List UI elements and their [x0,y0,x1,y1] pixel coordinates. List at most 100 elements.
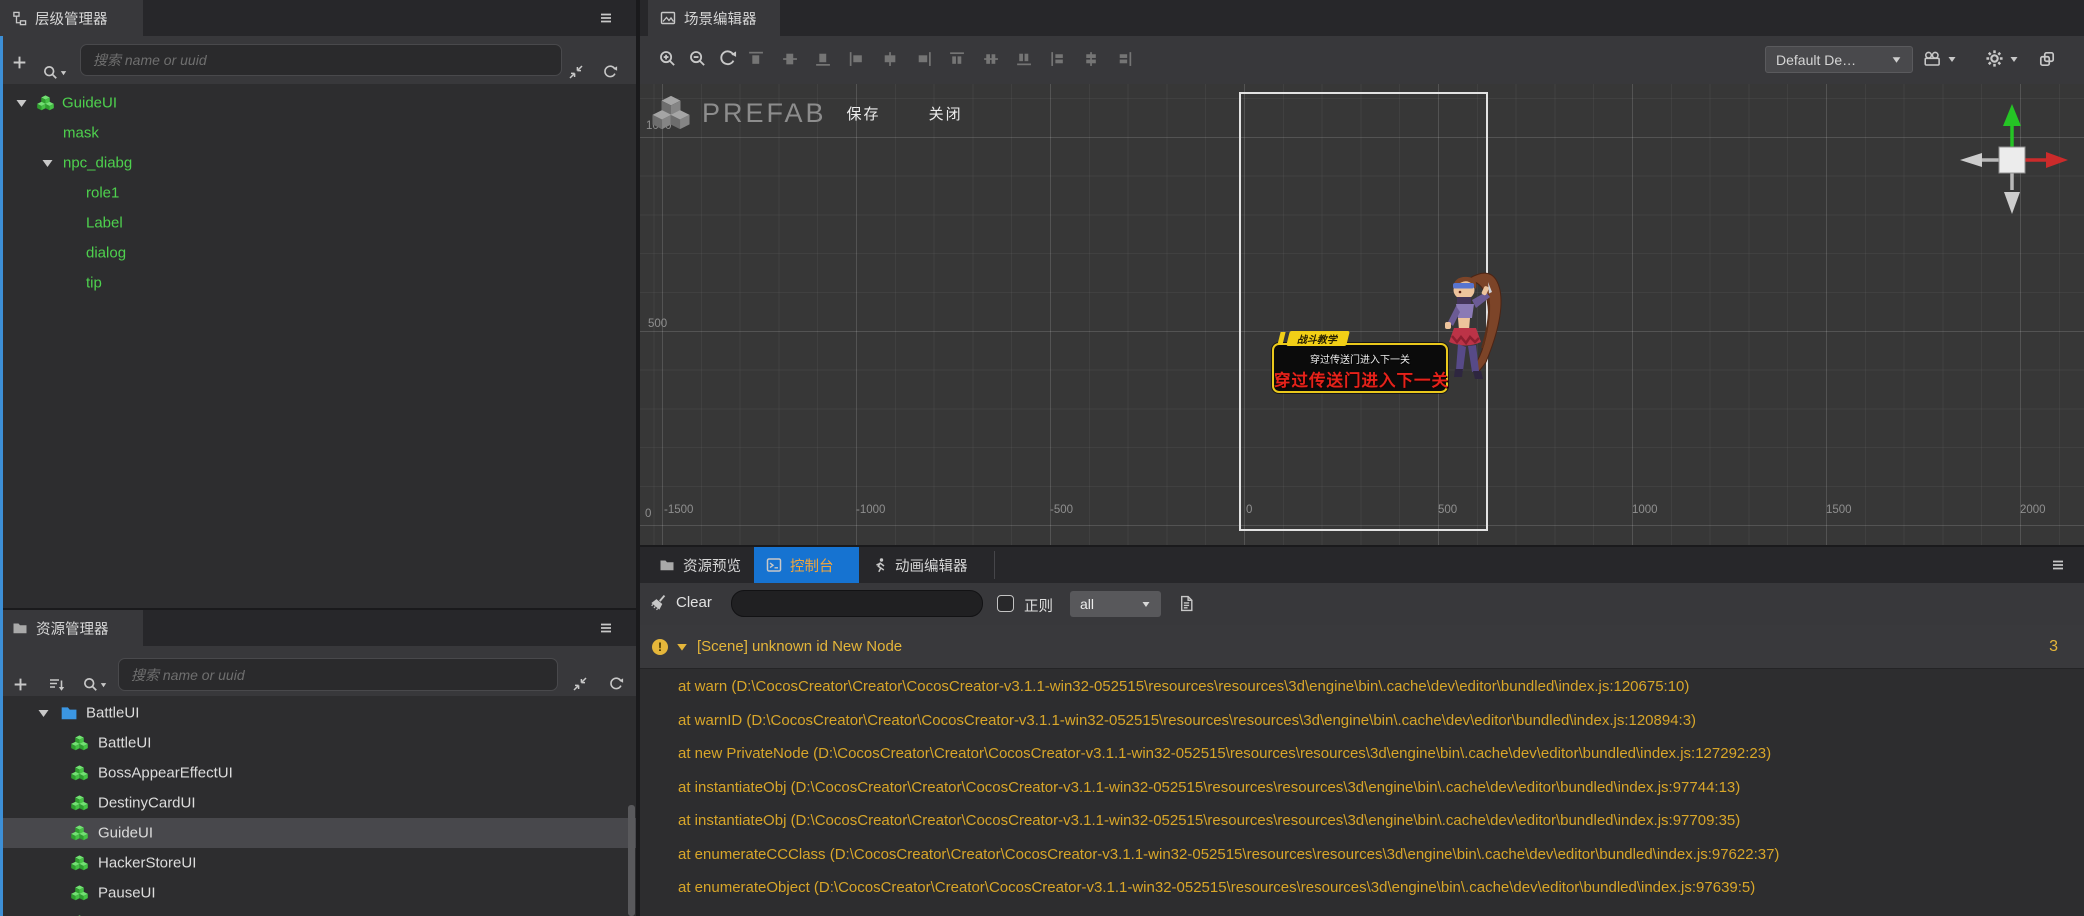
console-menu-icon[interactable] [2048,555,2068,575]
scene-canvas[interactable]: -1500-1000-500050010001500200010005000 P… [640,84,2084,545]
expander-icon[interactable] [14,96,29,111]
tab-asset-preview[interactable]: 资源预览 [647,547,754,583]
assets-collapse-all-icon[interactable] [570,674,590,694]
axis-x-label: -1500 [664,504,694,516]
asset-search-filter-icon[interactable] [80,674,110,694]
move-gizmo[interactable] [1952,96,2072,226]
chevron-down-icon [2010,56,2018,62]
scene-settings-menu[interactable] [1985,49,2019,68]
stack-trace-line[interactable]: at warn (D:\CocosCreator\Creator\CocosCr… [640,670,2084,703]
assets-tree: BattleUI BattleUI BossAppearEffectUI Destin… [0,696,636,916]
add-node-button[interactable] [9,52,29,72]
prefab-mode-label: PREFAB [702,97,827,128]
asset-PauseUI[interactable]: PauseUI [0,878,636,908]
stretch-top-icon[interactable] [948,50,965,67]
stretch-left-icon[interactable] [1049,50,1066,67]
hierarchy-node-Label[interactable]: Label [0,208,636,238]
zoom-in-icon[interactable] [658,49,677,68]
tutorial-text-small: 穿过传送门进入下一关 [1310,355,1410,366]
hierarchy-search-input[interactable] [80,44,562,76]
sort-icon[interactable] [44,674,70,694]
search-filter-icon[interactable] [40,62,70,82]
expand-arrow-icon[interactable] [676,641,688,653]
axis-x-label: 0 [1246,504,1253,516]
stretch-h-center-icon[interactable] [1082,50,1099,67]
add-asset-button[interactable] [10,674,30,694]
regex-checkbox[interactable] [997,595,1014,612]
expander-icon[interactable] [40,156,55,171]
warning-log-row[interactable]: ! [Scene] unknown id New Node 3 [640,625,2084,669]
tab-console[interactable]: 控制台 [754,547,859,583]
assets-refresh-icon[interactable] [606,674,626,694]
reset-view-icon[interactable] [718,49,737,68]
node-label: npc_diabg [63,154,133,172]
align-v-center-icon[interactable] [781,50,798,67]
hierarchy-node-tip[interactable]: tip [0,268,636,298]
panel-focus-accent [0,36,3,916]
asset-BattleUI[interactable]: BattleUI [0,728,636,758]
hierarchy-node-mask[interactable]: mask [0,118,636,148]
hierarchy-node-npc_diabg[interactable]: npc_diabg [0,148,636,178]
asset-label: BattleUI [86,704,140,722]
folder-icon [660,560,674,571]
asset-BossAppearEffectUI[interactable]: BossAppearEffectUI [0,758,636,788]
hierarchy-node-role1[interactable]: role1 [0,178,636,208]
assets-toolbar [0,646,636,697]
console-filter-input[interactable] [731,590,983,617]
close-button[interactable]: 关闭 [929,103,963,124]
device-dropdown[interactable]: Default De… [1765,46,1913,73]
warning-icon: ! [652,638,668,655]
stack-trace-line[interactable]: at new PrivateNode (D:\CocosCreator\Crea… [640,737,2084,770]
zoom-out-icon[interactable] [688,49,707,68]
expander-icon[interactable] [36,706,51,721]
clear-button[interactable]: Clear [650,593,712,611]
assets-menu-icon[interactable] [596,618,616,638]
stretch-bottom-icon[interactable] [1015,50,1032,67]
axis-y-label: 0 [645,508,652,520]
stack-trace-line[interactable]: at warnID (D:\CocosCreator\Creator\Cocos… [640,704,2084,737]
stack-trace-line[interactable]: at instantiateObj (D:\CocosCreator\Creat… [640,804,2084,837]
asset-BattleUI-folder[interactable]: BattleUI [0,698,636,728]
assets-search-input[interactable] [118,658,558,691]
align-h-center-icon[interactable] [881,50,898,67]
asset-DestinyCardUI[interactable]: DestinyCardUI [0,788,636,818]
collapse-all-icon[interactable] [566,62,586,82]
hierarchy-node-GuideUI[interactable]: GuideUI [0,88,636,118]
asset-ReviveUI[interactable]: ReviveUI [0,908,636,916]
gear-icon [1986,50,2003,67]
node-label: Label [86,214,123,232]
scene-tabbar: 场景编辑器 [640,0,2084,37]
asset-GuideUI[interactable]: GuideUI [0,818,636,848]
tab-assets[interactable]: 资源管理器 [0,610,143,646]
stretch-right-icon[interactable] [1116,50,1133,67]
tab-scene[interactable]: 场景编辑器 [648,0,780,36]
tutorial-dialog[interactable]: 战斗教学 穿过传送门进入下一关 穿过传送门进入下一关 [1272,331,1448,393]
expand-panel-button[interactable] [2038,50,2056,68]
refresh-icon[interactable] [600,62,620,82]
warning-count-badge: 3 [2049,637,2058,655]
character-sprite[interactable] [1428,264,1516,408]
prefab-icon [71,795,88,811]
chevron-down-icon [1948,57,1956,62]
stretch-v-center-icon[interactable] [982,50,999,67]
align-left-icon[interactable] [848,50,865,67]
camera-menu[interactable] [1923,50,1957,68]
save-button[interactable]: 保存 [847,103,881,124]
stack-trace-line[interactable]: at enumerateObject (D:\CocosCreator\Crea… [640,871,2084,904]
stack-trace-line[interactable]: at instantiateObj (D:\CocosCreator\Creat… [640,771,2084,804]
align-bottom-icon[interactable] [814,50,831,67]
hierarchy-menu-icon[interactable] [596,8,616,28]
align-top-icon[interactable] [747,50,764,67]
assets-scrollbar[interactable] [628,805,635,916]
log-file-icon[interactable] [1176,593,1196,613]
log-level-dropdown[interactable]: all [1070,591,1161,617]
stack-trace-line[interactable]: at enumerateCCClass (D:\CocosCreator\Cre… [640,838,2084,871]
tab-animation-editor[interactable]: 动画编辑器 [859,547,990,583]
chevron-down-icon [1142,602,1150,607]
prefab-icon [71,825,88,841]
hierarchy-node-dialog[interactable]: dialog [0,238,636,268]
align-right-icon[interactable] [915,50,932,67]
asset-HackerStoreUI[interactable]: HackerStoreUI [0,848,636,878]
tab-hierarchy[interactable]: 层级管理器 [0,0,143,36]
folder-icon [13,623,27,634]
